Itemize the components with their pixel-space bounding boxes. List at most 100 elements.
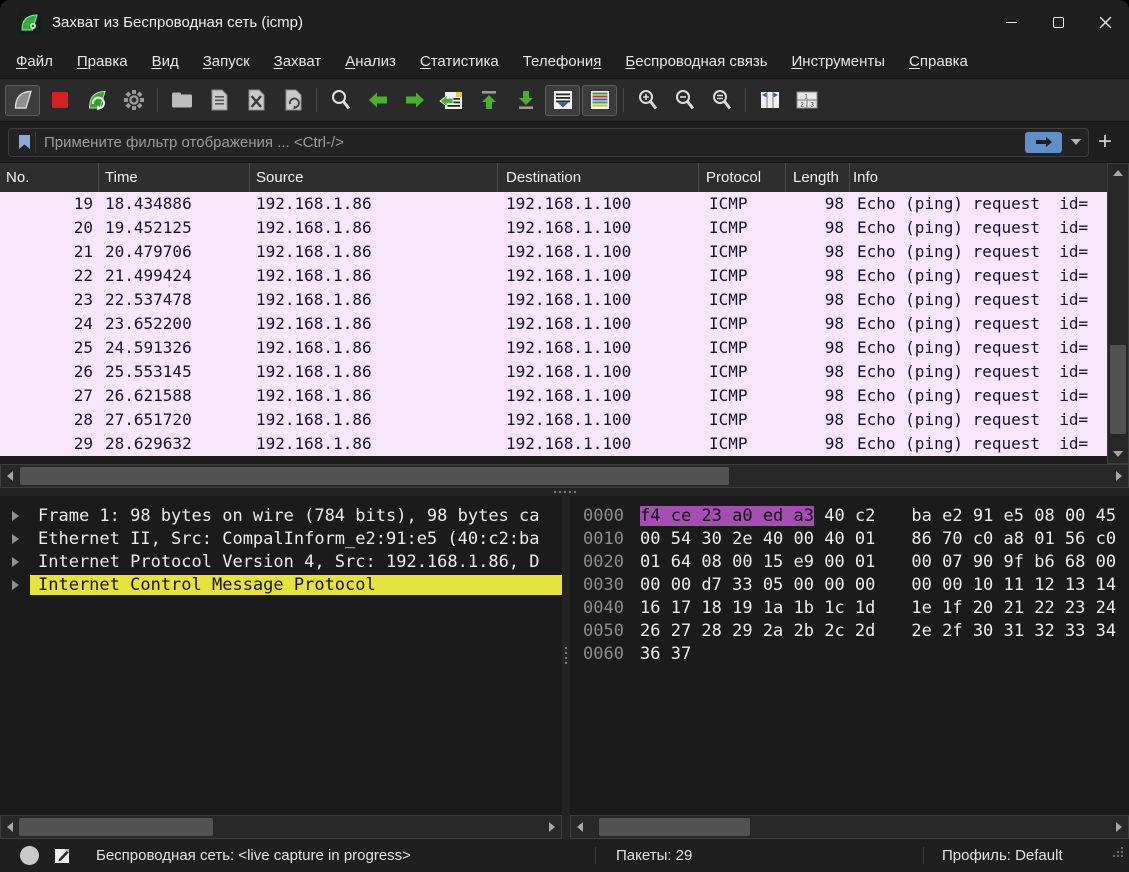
zoom-reset-button[interactable] <box>704 85 739 116</box>
display-filter-input[interactable]: Примените фильтр отображения ... <Ctrl-/… <box>8 128 1089 157</box>
menu-item[interactable]: Запуск <box>191 49 262 74</box>
packet-row[interactable]: 29 28.629632 192.168.1.86 192.168.1.100 … <box>0 432 1107 456</box>
scroll-left-icon[interactable] <box>1 816 19 838</box>
packet-row[interactable]: 24 23.652200 192.168.1.86 192.168.1.100 … <box>0 312 1107 336</box>
menu-item[interactable]: Статистика <box>408 49 511 74</box>
expander-icon[interactable] <box>0 580 30 590</box>
menu-item[interactable]: Вид <box>140 49 191 74</box>
packet-list-pane: No. Time Source Destination Protocol Len… <box>0 163 1129 488</box>
menu-item[interactable]: Захват <box>262 49 334 74</box>
first-packet-button[interactable] <box>471 85 506 116</box>
hex-row[interactable]: 0000f4 ce 23 a0 ed a3 40 c2ba e2 91 e5 0… <box>578 504 1129 527</box>
menu-item[interactable]: Беспроводная связь <box>613 49 779 74</box>
minimize-button[interactable] <box>988 0 1035 45</box>
protocol-tree-item[interactable]: Ethernet II, Src: CompalInform_e2:91:e5 … <box>0 527 562 550</box>
menu-item[interactable]: Правка <box>65 49 140 74</box>
zoom-out-button[interactable] <box>667 85 702 116</box>
apply-filter-button[interactable] <box>1025 132 1062 153</box>
packet-details-pane: Frame 1: 98 bytes on wire (784 bits), 98… <box>0 496 562 815</box>
scroll-left-icon[interactable] <box>1 465 19 487</box>
packet-row[interactable]: 27 26.621588 192.168.1.86 192.168.1.100 … <box>0 384 1107 408</box>
stop-capture-button[interactable] <box>42 85 77 116</box>
restart-capture-button[interactable] <box>79 85 114 116</box>
add-filter-button[interactable]: + <box>1089 130 1121 154</box>
last-packet-button[interactable] <box>508 85 543 116</box>
previous-packet-button[interactable] <box>360 85 395 116</box>
expander-icon[interactable] <box>0 511 30 521</box>
close-button[interactable] <box>1082 0 1129 45</box>
scroll-right-icon[interactable] <box>543 816 561 838</box>
column-header-length[interactable]: Length <box>786 163 850 192</box>
zoom-in-button[interactable] <box>630 85 665 116</box>
packet-row[interactable]: 22 21.499424 192.168.1.86 192.168.1.100 … <box>0 264 1107 288</box>
scrollbar-thumb[interactable] <box>20 467 729 485</box>
hex-row[interactable]: 003000 00 d7 33 05 00 00 0000 00 10 11 1… <box>578 573 1129 596</box>
capture-options-button[interactable] <box>116 85 151 116</box>
hex-row[interactable]: 002001 64 08 00 15 e9 00 0100 07 90 9f b… <box>578 550 1129 573</box>
resize-grip[interactable] <box>1111 845 1125 863</box>
column-header-info[interactable]: Info <box>850 163 1107 192</box>
pane-splitter-vertical[interactable] <box>562 496 570 815</box>
packet-list-vscrollbar[interactable] <box>1107 163 1129 464</box>
next-packet-button[interactable] <box>397 85 432 116</box>
expander-icon[interactable] <box>0 557 30 567</box>
start-capture-button[interactable] <box>5 85 40 116</box>
hex-row[interactable]: 004016 17 18 19 1a 1b 1c 1d1e 1f 20 21 2… <box>578 596 1129 619</box>
filter-history-dropdown[interactable] <box>1068 139 1084 145</box>
scroll-right-icon[interactable] <box>1110 465 1128 487</box>
maximize-button[interactable] <box>1035 0 1082 45</box>
packet-count: Пакеты: 29 <box>596 847 923 864</box>
column-header-destination[interactable]: Destination <box>498 163 699 192</box>
reload-file-button[interactable] <box>275 85 310 116</box>
packet-row[interactable]: 28 27.651720 192.168.1.86 192.168.1.100 … <box>0 408 1107 432</box>
zoom-reset-icon <box>710 88 734 112</box>
hex-row[interactable]: 001000 54 30 2e 40 00 40 0186 70 c0 a8 0… <box>578 527 1129 550</box>
scroll-up-icon[interactable] <box>1108 164 1128 182</box>
profile-label[interactable]: Профиль: Default <box>942 847 1063 864</box>
scroll-left-icon[interactable] <box>571 816 589 838</box>
find-packet-button[interactable] <box>323 85 358 116</box>
scrollbar-thumb[interactable] <box>19 818 213 836</box>
hex-row[interactable]: 006036 37 <box>578 642 1129 665</box>
auto-scroll-button[interactable] <box>545 85 580 116</box>
details-hscrollbar[interactable] <box>0 815 562 839</box>
capture-comment-icon[interactable] <box>53 846 72 865</box>
hex-row[interactable]: 005026 27 28 29 2a 2b 2c 2d2e 2f 30 31 3… <box>578 619 1129 642</box>
menu-item[interactable]: Справка <box>897 49 980 74</box>
expander-icon[interactable] <box>0 534 30 544</box>
open-file-button[interactable] <box>164 85 199 116</box>
scrollbar-thumb[interactable] <box>1110 345 1126 434</box>
scroll-right-icon[interactable] <box>1110 816 1128 838</box>
packet-row[interactable]: 25 24.591326 192.168.1.86 192.168.1.100 … <box>0 336 1107 360</box>
packet-row[interactable]: 23 22.537478 192.168.1.86 192.168.1.100 … <box>0 288 1107 312</box>
expert-info-icon[interactable] <box>20 846 39 865</box>
close-file-button[interactable] <box>238 85 273 116</box>
menu-item[interactable]: Телефония <box>511 49 614 74</box>
menu-item[interactable]: Анализ <box>333 49 408 74</box>
protocol-tree-item[interactable]: Internet Protocol Version 4, Src: 192.16… <box>0 550 562 573</box>
save-file-button[interactable] <box>201 85 236 116</box>
column-header-source[interactable]: Source <box>250 163 498 192</box>
menu-item[interactable]: Файл <box>4 49 65 74</box>
scroll-down-icon[interactable] <box>1108 445 1128 463</box>
packet-row[interactable]: 19 18.434886 192.168.1.86 192.168.1.100 … <box>0 192 1107 216</box>
pane-splitter-horizontal[interactable] <box>0 488 1129 496</box>
column-header-no[interactable]: No. <box>0 163 99 192</box>
column-header-time[interactable]: Time <box>99 163 250 192</box>
packet-row[interactable]: 26 25.553145 192.168.1.86 192.168.1.100 … <box>0 360 1107 384</box>
packet-row[interactable]: 21 20.479706 192.168.1.86 192.168.1.100 … <box>0 240 1107 264</box>
filter-bookmark-icon[interactable] <box>14 132 36 153</box>
column-header-protocol[interactable]: Protocol <box>699 163 786 192</box>
resize-columns-button[interactable] <box>752 85 787 116</box>
layout-button[interactable]: 123 <box>789 85 824 116</box>
go-to-packet-button[interactable] <box>434 85 469 116</box>
packet-row[interactable]: 20 19.452125 192.168.1.86 192.168.1.100 … <box>0 216 1107 240</box>
colorize-button[interactable] <box>582 85 617 116</box>
packet-list-hscrollbar[interactable] <box>0 464 1129 488</box>
bytes-hscrollbar[interactable] <box>570 815 1129 839</box>
auto-scroll-icon <box>551 88 575 112</box>
protocol-tree-item[interactable]: Internet Control Message Protocol <box>0 573 562 596</box>
menu-item[interactable]: Инструменты <box>780 49 898 74</box>
scrollbar-thumb[interactable] <box>599 818 750 836</box>
protocol-tree-item[interactable]: Frame 1: 98 bytes on wire (784 bits), 98… <box>0 504 562 527</box>
